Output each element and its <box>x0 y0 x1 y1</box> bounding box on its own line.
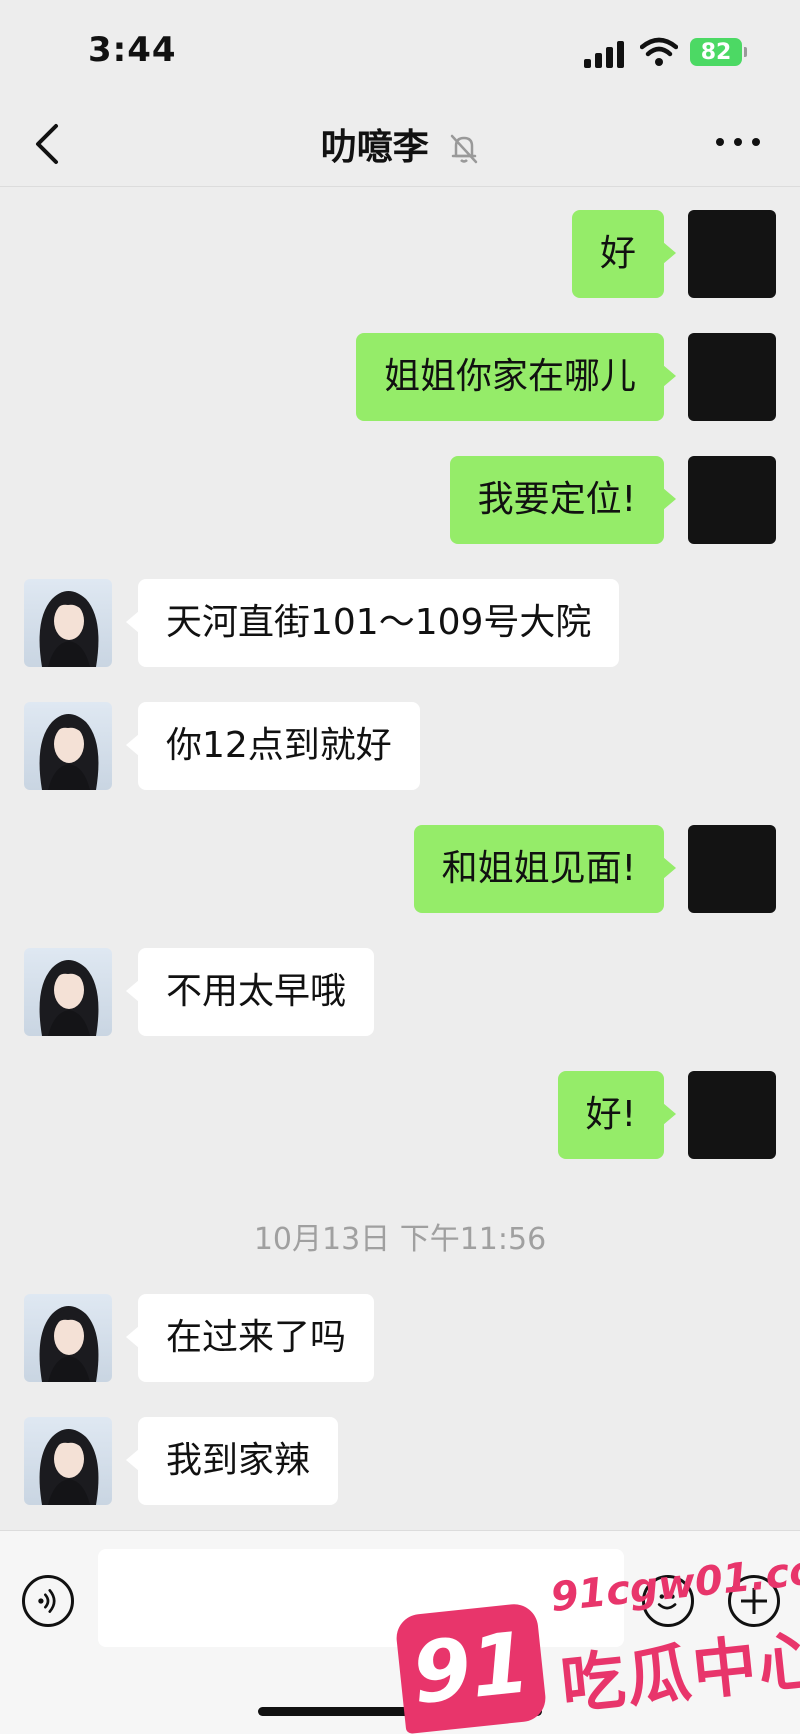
message-row: 我要定位! <box>0 456 800 546</box>
message-row: 好! <box>0 1071 800 1161</box>
contact-avatar[interactable] <box>24 1417 112 1505</box>
message-bubble-received[interactable]: 我到家辣 <box>125 1417 339 1505</box>
my-avatar[interactable] <box>688 456 776 544</box>
message-row: 好 <box>0 210 800 300</box>
message-bubble-sent[interactable]: 和姐姐见面! <box>413 825 677 913</box>
wifi-icon <box>640 37 678 66</box>
message-row: 你12点到就好 <box>0 702 800 792</box>
message-bubble-received[interactable]: 不用太早哦 <box>125 948 375 1036</box>
muted-bell-icon <box>451 134 478 164</box>
chat-header: 叻噫李 <box>0 100 800 187</box>
watermark-name: 吃瓜中心 <box>557 1622 800 1724</box>
voice-icon[interactable] <box>22 1575 74 1627</box>
message-bubble-received[interactable]: 你12点到就好 <box>126 702 420 790</box>
my-avatar[interactable] <box>688 825 776 913</box>
status-time: 3:44 <box>88 30 177 70</box>
message-bubble-sent[interactable]: 好 <box>571 210 677 298</box>
message-bubble-received[interactable]: 在过来了吗 <box>125 1294 375 1382</box>
chat-title: 叻噫李 <box>320 127 429 168</box>
battery-indicator: 82 <box>690 38 747 66</box>
chat-title-wrap: 叻噫李 <box>0 118 800 170</box>
contact-avatar[interactable] <box>24 948 112 1036</box>
message-row: 在过来了吗 <box>0 1294 800 1384</box>
message-bubble-sent[interactable]: 我要定位! <box>449 456 677 544</box>
message-row: 姐姐你家在哪儿 <box>0 333 800 423</box>
my-avatar[interactable] <box>688 1071 776 1159</box>
more-dots-icon[interactable] <box>716 130 760 154</box>
message-row: 我到家辣 <box>0 1417 800 1507</box>
my-avatar[interactable] <box>688 210 776 298</box>
contact-avatar[interactable] <box>24 579 112 667</box>
watermark-logo: 91 91cgw01.com 吃瓜中心 <box>394 1543 800 1734</box>
signal-icon <box>584 40 628 68</box>
message-timestamp: 10月13日 下午11:56 <box>253 1222 547 1257</box>
contact-avatar[interactable] <box>24 1294 112 1382</box>
watermark-url: 91cgw01.com <box>548 1542 800 1622</box>
message-bubble-sent[interactable]: 好! <box>557 1071 677 1159</box>
watermark-badge: 91 <box>394 1601 548 1734</box>
message-bubble-sent[interactable]: 姐姐你家在哪儿 <box>355 333 677 421</box>
status-bar: 3:44 82 <box>0 0 800 100</box>
message-row: 和姐姐见面! <box>0 825 800 915</box>
message-row: 不用太早哦 <box>0 948 800 1038</box>
message-row: 天河直街101～109号大院 <box>0 579 800 669</box>
contact-avatar[interactable] <box>24 702 112 790</box>
message-bubble-received[interactable]: 天河直街101～109号大院 <box>125 579 620 667</box>
my-avatar[interactable] <box>688 333 776 421</box>
